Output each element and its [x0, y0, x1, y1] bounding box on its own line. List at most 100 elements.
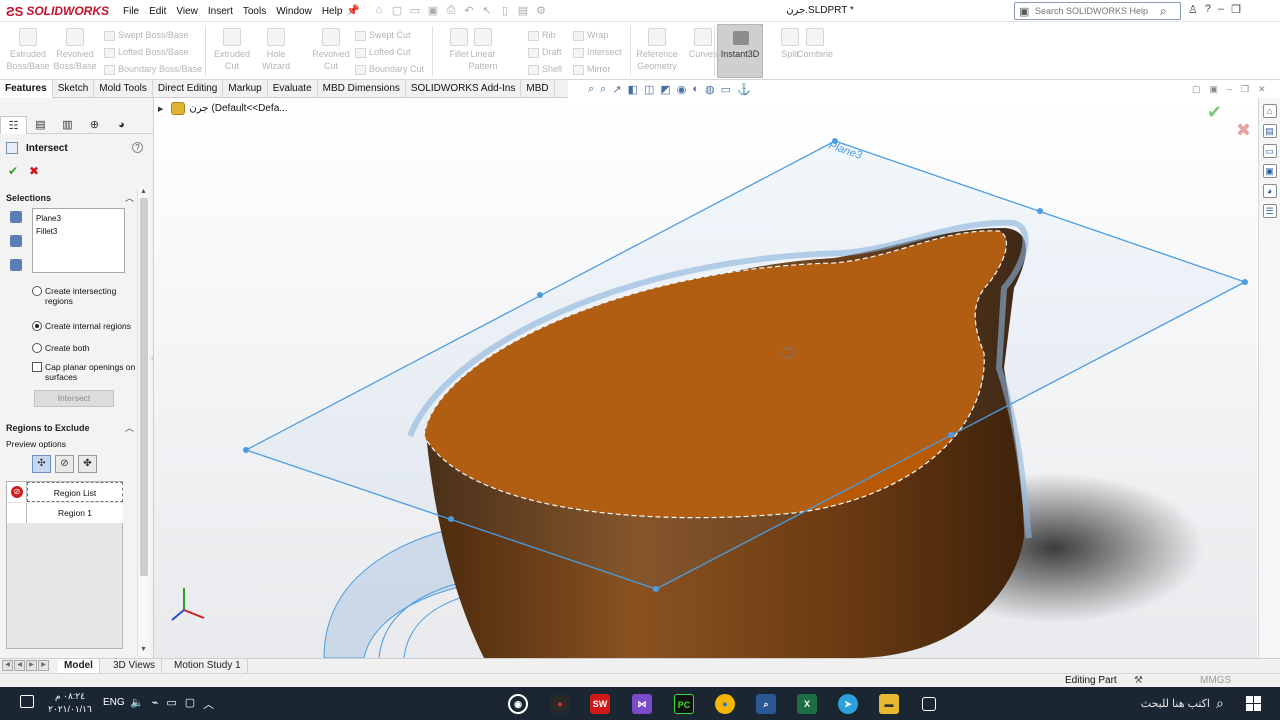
ribbon-button-mirror[interactable]: Mirror: [573, 62, 611, 77]
telegram-app-icon[interactable]: ➤: [838, 694, 858, 714]
ribbon-button-lofted-cut[interactable]: Lofted Cut: [355, 45, 411, 60]
tab-mbd-dimensions[interactable]: MBD Dimensions: [318, 80, 406, 98]
plane-handle[interactable]: [243, 447, 249, 453]
tab-sketch[interactable]: Sketch: [53, 80, 95, 98]
radio-button[interactable]: [32, 343, 42, 353]
tray-chevron-icon[interactable]: ︿: [203, 696, 214, 712]
propertymanager-tab-icon[interactable]: ▤: [27, 116, 54, 134]
ribbon-button-rib[interactable]: Rib: [528, 28, 556, 43]
prev-tab-icon[interactable]: ◀: [14, 660, 25, 671]
print-icon[interactable]: ⎙: [444, 4, 458, 17]
doc-restore-icon[interactable]: ❐: [1241, 84, 1249, 95]
new-icon[interactable]: ▢: [390, 4, 404, 17]
search-scope-icon[interactable]: ▣: [1019, 5, 1029, 18]
menu-tools[interactable]: Tools: [238, 6, 271, 17]
preview-all-icon[interactable]: ✤: [78, 455, 97, 473]
tab-model[interactable]: Model: [58, 659, 100, 673]
options-gear-icon[interactable]: ⚙: [534, 4, 548, 17]
menu-edit[interactable]: Edit: [144, 6, 171, 17]
help-search-input[interactable]: [1035, 4, 1155, 18]
doc-close-icon[interactable]: ✕: [1258, 84, 1266, 95]
rebuild-status-icon[interactable]: ⚒: [1134, 675, 1143, 686]
plane-handle[interactable]: [1242, 279, 1248, 285]
ok-button[interactable]: ✔: [8, 164, 18, 178]
view-settings-icon[interactable]: ▭: [721, 83, 731, 96]
display-style-icon[interactable]: ◩: [660, 83, 670, 96]
region-exclude-checkbox[interactable]: [7, 503, 27, 523]
ribbon-button-shell[interactable]: Shell: [528, 62, 562, 77]
instant3d-button[interactable]: Instant3D: [717, 24, 763, 78]
option-create-intersecting[interactable]: Create intersecting regions: [32, 286, 140, 306]
view-palette-icon[interactable]: ▣: [1262, 164, 1277, 178]
section-view-icon[interactable]: ◧: [628, 83, 638, 96]
ribbon-button-reference-geometry[interactable]: Reference Geometry: [635, 28, 679, 72]
input-language[interactable]: ENG: [103, 697, 125, 708]
sw-resources-icon[interactable]: ⌂: [1262, 104, 1277, 118]
ribbon-button-hole-wizard[interactable]: Hole Wizard: [254, 28, 298, 72]
list-item[interactable]: Fillet3: [36, 225, 121, 238]
ribbon-button-linear-pattern[interactable]: Linear Pattern: [461, 28, 505, 72]
chrome-app-icon[interactable]: ●: [715, 694, 735, 714]
appearances-icon[interactable]: ◕: [1262, 184, 1277, 198]
ribbon-button-revolved-boss-base[interactable]: Revolved Boss/Base: [53, 28, 97, 72]
confirm-corner-ok-icon[interactable]: ✔: [1207, 102, 1222, 123]
search-app-icon[interactable]: ⌕: [756, 694, 776, 714]
radio-button[interactable]: [32, 321, 42, 331]
last-tab-icon[interactable]: ▶: [38, 660, 49, 671]
tab-markup[interactable]: Markup: [223, 80, 268, 98]
ribbon-button-swept-boss-base[interactable]: Swept Boss/Base: [104, 28, 189, 43]
file-props-icon[interactable]: ▤: [516, 4, 530, 17]
plane-selection-icon[interactable]: [10, 211, 22, 223]
displaymanager-tab-icon[interactable]: ◕: [108, 116, 135, 134]
scroll-up-icon[interactable]: ▲: [140, 188, 147, 195]
dimxpert-tab-icon[interactable]: ⊕: [81, 116, 108, 134]
davinci-app-icon[interactable]: ●: [550, 694, 570, 714]
ribbon-button-combine[interactable]: Combine: [793, 28, 837, 60]
zoom-to-fit-icon[interactable]: ⌕: [588, 83, 594, 96]
scene-icon[interactable]: ◍: [705, 83, 715, 96]
tab-mbd[interactable]: MBD: [521, 80, 555, 98]
ribbon-button-extruded-cut[interactable]: Extruded Cut: [210, 28, 254, 72]
radio-button[interactable]: [32, 286, 42, 296]
option-create-both[interactable]: Create both: [32, 343, 140, 353]
surface-selection-icon[interactable]: [10, 259, 22, 271]
graphics-area[interactable]: Plane3: [154, 98, 1257, 658]
previous-view-icon[interactable]: ↗: [612, 83, 621, 96]
volume-icon[interactable]: 🔈: [130, 696, 144, 712]
solidworks-logo[interactable]: ƧS SOLIDWORKS: [6, 3, 109, 19]
plane-handle[interactable]: [948, 432, 954, 438]
option-create-internal[interactable]: Create internal regions: [32, 321, 140, 331]
exclude-all-icon[interactable]: ⊘: [11, 486, 23, 498]
collapse-chevron-icon[interactable]: ︿: [125, 191, 134, 204]
taskbar-search[interactable]: اكتب هنا للبحث: [1080, 697, 1210, 710]
ribbon-button-wrap[interactable]: Wrap: [573, 28, 608, 43]
light-icon[interactable]: ⚓: [737, 83, 751, 96]
cancel-button[interactable]: ✖: [29, 164, 39, 178]
help-icon[interactable]: ?: [1205, 3, 1211, 16]
tab-addins[interactable]: SOLIDWORKS Add-Ins: [406, 80, 522, 98]
solidworks-app-icon[interactable]: SW: [590, 694, 610, 714]
taskbar-search-icon[interactable]: ⌕: [1216, 695, 1224, 712]
featuremanager-tab-icon[interactable]: ☷: [0, 116, 27, 134]
scroll-down-icon[interactable]: ▼: [140, 646, 147, 653]
tab-evaluate[interactable]: Evaluate: [268, 80, 318, 98]
menu-help[interactable]: Help: [317, 6, 348, 17]
restore-icon[interactable]: ❐: [1231, 3, 1241, 16]
confirm-corner-cancel-icon[interactable]: ✖: [1236, 120, 1251, 141]
undo-icon[interactable]: ↶: [462, 4, 476, 17]
design-library-icon[interactable]: ▤: [1262, 124, 1277, 138]
doc-cascade-icon[interactable]: ▣: [1210, 84, 1219, 95]
preview-include-icon[interactable]: ✣: [32, 455, 51, 473]
panel-splitter-handle[interactable]: ‹: [151, 355, 159, 379]
taskbar-clock[interactable]: ٠٨:٢٤ م ٢٠٢١/٠١/١٦: [48, 690, 92, 716]
select-icon[interactable]: ↖: [480, 4, 494, 17]
intersect-button[interactable]: Intersect: [34, 390, 114, 407]
unit-system[interactable]: MMGS: [1200, 675, 1231, 686]
tab-motion-study[interactable]: Motion Study 1: [168, 659, 248, 673]
scroll-thumb[interactable]: [140, 198, 148, 576]
tab-direct-editing[interactable]: Direct Editing: [153, 80, 224, 98]
collapse-chevron-icon[interactable]: ︿: [125, 421, 134, 434]
model-view[interactable]: Plane3: [154, 98, 1257, 658]
ribbon-button-revolved-cut[interactable]: Revolved Cut: [309, 28, 353, 72]
visual-studio-app-icon[interactable]: ⋈: [632, 694, 652, 714]
